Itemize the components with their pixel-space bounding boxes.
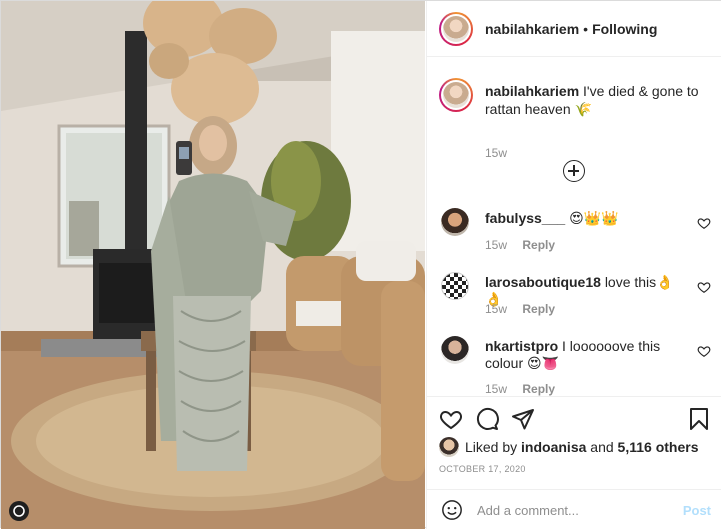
comment-username[interactable]: larosaboutique18	[485, 274, 601, 290]
comment-time[interactable]: 15w	[485, 382, 507, 396]
post-header: nabilahkariem • Following	[427, 1, 721, 57]
comment-heart-icon[interactable]	[697, 280, 711, 294]
comment-username[interactable]: fabulyss___	[485, 210, 565, 226]
caption-text: nabilahkariem I've died & gone to rattan…	[485, 82, 711, 118]
comment-item: fabulyss___ 😍👑👑 15w Reply	[439, 208, 711, 264]
smiley-icon[interactable]	[441, 499, 463, 521]
header-separator: •	[583, 20, 589, 37]
author-username[interactable]: nabilahkariem	[485, 21, 579, 37]
comments-list[interactable]: nabilahkariem I've died & gone to rattan…	[427, 58, 721, 396]
author-avatar[interactable]	[439, 11, 473, 46]
comment-item: larosaboutique18 love this👌👌 15w Reply	[439, 272, 711, 328]
heart-icon[interactable]	[439, 407, 463, 431]
comment-time[interactable]: 15w	[485, 238, 507, 252]
reply-button[interactable]: Reply	[522, 382, 555, 396]
bookmark-icon[interactable]	[687, 407, 711, 431]
likes-summary: Liked by indoanisa and 5,116 others	[439, 437, 698, 457]
commenter-avatar[interactable]	[441, 208, 469, 236]
comment-heart-icon[interactable]	[697, 216, 711, 230]
comment-heart-icon[interactable]	[697, 344, 711, 358]
comment-time[interactable]: 15w	[485, 302, 507, 316]
comment-text: 😍👑👑	[569, 210, 619, 226]
likes-count[interactable]: 5,116 others	[618, 439, 699, 455]
reply-button[interactable]: Reply	[522, 302, 555, 316]
likes-prefix: Liked by	[465, 439, 518, 455]
following-button[interactable]: Following	[592, 21, 657, 37]
post-side-panel: nabilahkariem • Following nabilahkariem …	[426, 1, 721, 529]
caption-username[interactable]: nabilahkariem	[485, 83, 579, 99]
comment-item: nkartistpro I loooooove this colour 😍👅 1…	[439, 336, 711, 396]
commenter-avatar[interactable]	[441, 336, 469, 364]
paper-plane-icon[interactable]	[511, 407, 535, 431]
caption-time[interactable]: 15w	[485, 146, 507, 160]
caption-avatar[interactable]	[439, 78, 473, 112]
load-more-comments-icon[interactable]	[563, 160, 585, 182]
comment-icon[interactable]	[475, 407, 499, 431]
likes-connector: and	[590, 439, 614, 455]
post-date[interactable]: OCTOBER 17, 2020	[439, 464, 526, 474]
comment-username[interactable]: nkartistpro	[485, 338, 558, 354]
post-photo[interactable]	[1, 1, 425, 529]
reply-button[interactable]: Reply	[522, 238, 555, 252]
add-comment-input[interactable]: Add a comment...	[477, 503, 579, 518]
post-actions: Liked by indoanisa and 5,116 others OCTO…	[427, 396, 721, 489]
commenter-avatar[interactable]	[441, 272, 469, 300]
instagram-post: nabilahkariem • Following nabilahkariem …	[0, 0, 721, 529]
post-button[interactable]: Post	[683, 503, 711, 518]
liker-username[interactable]: indoanisa	[521, 439, 586, 455]
liker-avatar[interactable]	[439, 437, 459, 457]
add-comment-bar: Add a comment... Post	[427, 489, 721, 529]
